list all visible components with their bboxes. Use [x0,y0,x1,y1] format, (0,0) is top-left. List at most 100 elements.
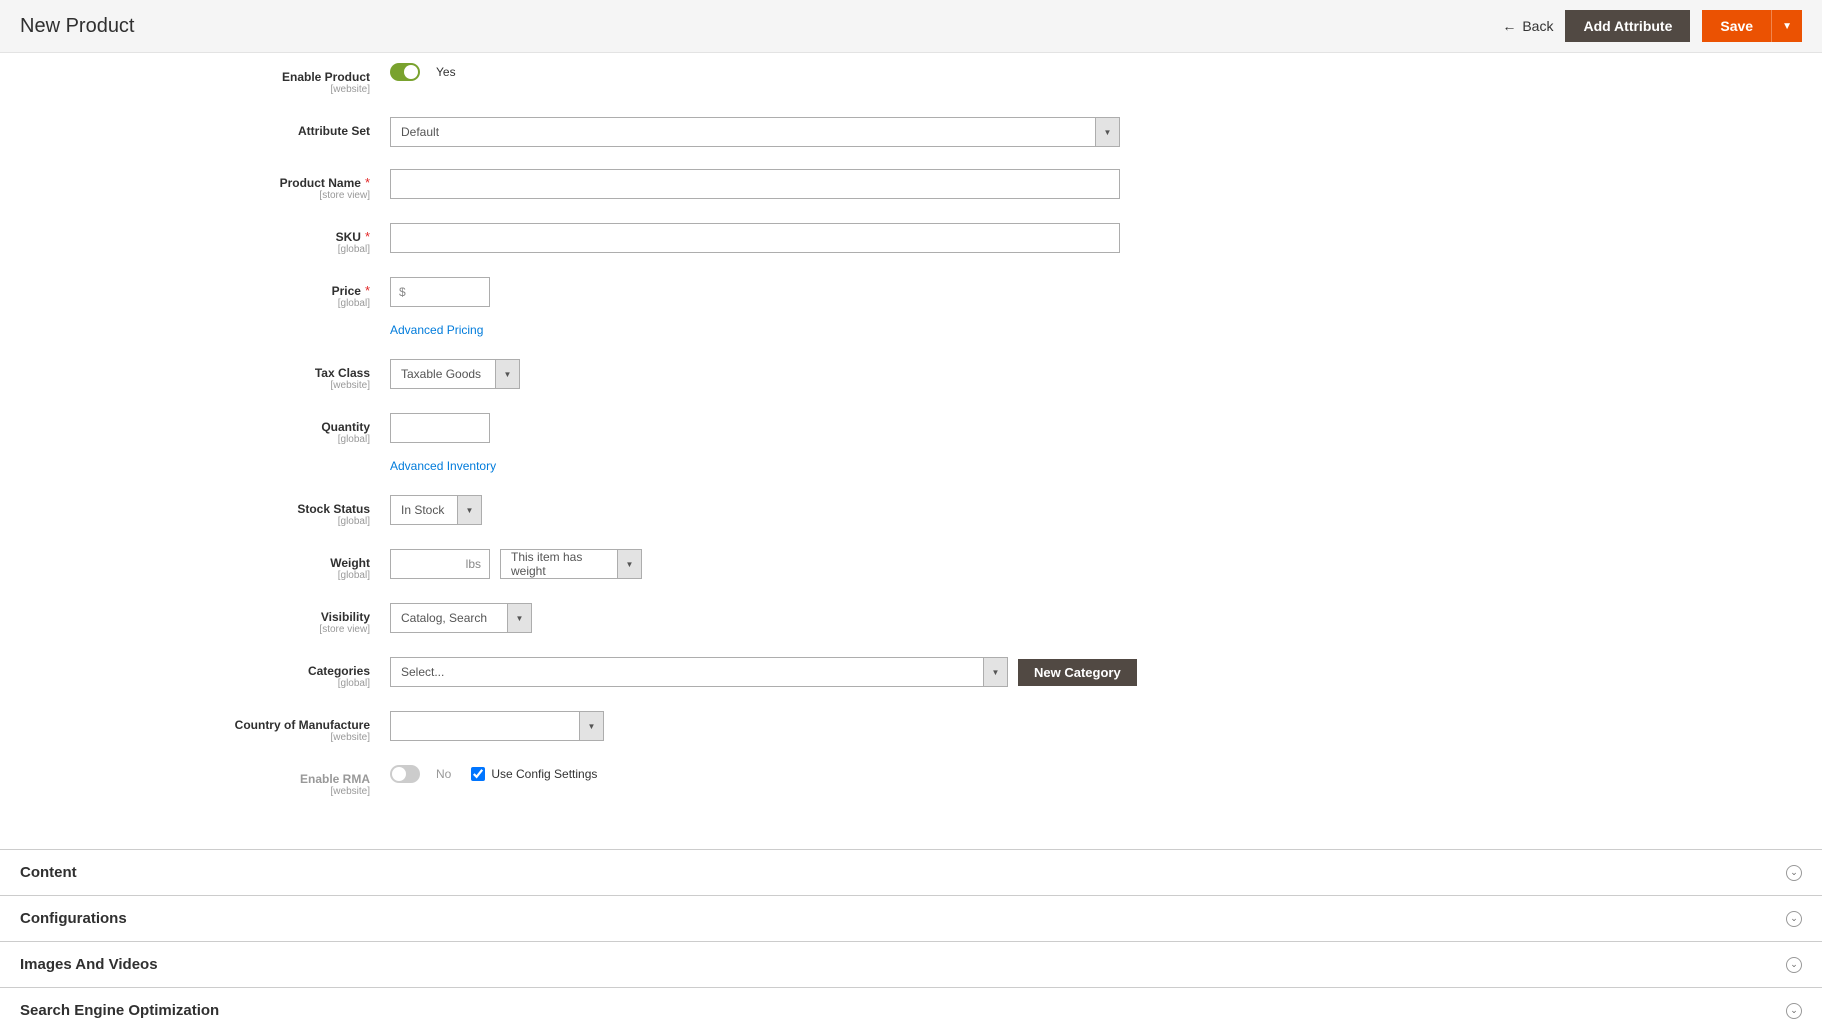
field-product-name: Product Name * [store view] [80,169,1220,201]
section-configurations-title: Configurations [20,910,127,927]
field-enable-rma: Enable RMA [website] No Use Config Setti… [80,765,1220,797]
field-quantity: Quantity [global] Advanced Inventory [80,413,1220,473]
expand-icon: ⌄ [1786,865,1802,881]
categories-select[interactable]: Select... ▼ [390,657,1008,687]
tax-class-label: Tax Class [315,366,370,380]
section-content[interactable]: Content ⌄ [0,850,1822,896]
field-price: Price* [global] $ Advanced Pricing [80,277,1220,337]
chevron-down-icon: ▼ [1095,118,1119,146]
use-config-checkbox-row[interactable]: Use Config Settings [471,767,597,781]
visibility-label: Visibility [321,610,370,624]
expand-icon: ⌄ [1786,911,1802,927]
save-button[interactable]: Save [1702,10,1771,42]
quantity-scope: [global] [80,434,370,445]
enable-product-toggle[interactable] [390,63,420,81]
new-category-button[interactable]: New Category [1018,659,1137,686]
field-attribute-set: Attribute Set Default ▼ [80,117,1220,147]
stock-status-select[interactable]: In Stock ▼ [390,495,482,525]
stock-status-label: Stock Status [297,502,370,516]
weight-label: Weight [330,556,370,570]
tax-class-scope: [website] [80,380,370,391]
price-input-wrapper: $ [390,277,490,307]
chevron-down-icon: ▼ [983,658,1007,686]
required-icon: * [365,175,370,190]
back-button[interactable]: ← Back [1502,18,1553,34]
chevron-down-icon: ▼ [457,496,481,524]
quantity-label: Quantity [321,420,370,434]
field-sku: SKU * [global] [80,223,1220,255]
field-categories: Categories [global] Select... ▼ New Cate… [80,657,1220,689]
use-config-label: Use Config Settings [491,767,597,781]
back-label: Back [1522,18,1553,34]
weight-scope: [global] [80,570,370,581]
save-dropdown-toggle[interactable]: ▼ [1771,10,1802,42]
field-enable-product: Enable Product [website] Yes [80,63,1220,95]
chevron-down-icon: ▼ [507,604,531,632]
collapsible-sections: Content ⌄ Configurations ⌄ Images And Vi… [0,849,1822,1033]
enable-rma-value: No [436,767,451,781]
section-images-videos[interactable]: Images And Videos ⌄ [0,942,1822,988]
expand-icon: ⌄ [1786,1003,1802,1019]
sku-scope: [global] [80,244,370,255]
country-value [391,712,579,740]
page-header: New Product ← Back Add Attribute Save ▼ [0,0,1822,53]
attribute-set-select[interactable]: Default ▼ [390,117,1120,147]
enable-rma-scope: [website] [80,786,370,797]
tax-class-select[interactable]: Taxable Goods ▼ [390,359,520,389]
country-label: Country of Manufacture [235,718,370,732]
stock-status-scope: [global] [80,516,370,527]
required-icon: * [365,283,370,298]
product-name-scope: [store view] [80,190,370,201]
visibility-value: Catalog, Search [391,604,507,632]
product-name-label: Product Name [280,176,361,190]
enable-product-label: Enable Product [282,70,370,84]
section-seo-title: Search Engine Optimization [20,1002,219,1019]
weight-input-wrapper: lbs [390,549,490,579]
required-icon: * [365,229,370,244]
page-title: New Product [20,15,135,38]
section-seo[interactable]: Search Engine Optimization ⌄ [0,988,1822,1033]
product-form: Enable Product [website] Yes Attribute S… [60,53,1240,849]
enable-product-value: Yes [436,65,456,79]
categories-label: Categories [308,664,370,678]
weight-type-value: This item has weight [501,550,617,578]
advanced-pricing-link[interactable]: Advanced Pricing [390,323,483,337]
currency-symbol: $ [391,285,414,299]
chevron-down-icon: ▼ [495,360,519,388]
visibility-select[interactable]: Catalog, Search ▼ [390,603,532,633]
field-weight: Weight [global] lbs This item has weight… [80,549,1220,581]
attribute-set-value: Default [391,118,1095,146]
attribute-set-label: Attribute Set [298,124,370,138]
weight-input[interactable] [391,550,458,578]
field-stock-status: Stock Status [global] In Stock ▼ [80,495,1220,527]
field-tax-class: Tax Class [website] Taxable Goods ▼ [80,359,1220,391]
header-actions: ← Back Add Attribute Save ▼ [1502,10,1802,42]
chevron-down-icon: ▼ [579,712,603,740]
country-select[interactable]: ▼ [390,711,604,741]
enable-rma-toggle[interactable] [390,765,420,783]
categories-scope: [global] [80,678,370,689]
expand-icon: ⌄ [1786,957,1802,973]
section-content-title: Content [20,864,77,881]
categories-placeholder: Select... [391,658,983,686]
price-input[interactable] [414,278,489,306]
use-config-checkbox[interactable] [471,767,485,781]
field-visibility: Visibility [store view] Catalog, Search … [80,603,1220,635]
quantity-input[interactable] [390,413,490,443]
weight-unit: lbs [458,557,489,571]
sku-input[interactable] [390,223,1120,253]
sku-label: SKU [336,230,361,244]
section-images-videos-title: Images And Videos [20,956,158,973]
tax-class-value: Taxable Goods [391,360,495,388]
section-configurations[interactable]: Configurations ⌄ [0,896,1822,942]
price-label: Price [332,284,361,298]
weight-type-select[interactable]: This item has weight ▼ [500,549,642,579]
country-scope: [website] [80,732,370,743]
advanced-inventory-link[interactable]: Advanced Inventory [390,459,496,473]
field-country: Country of Manufacture [website] ▼ [80,711,1220,743]
add-attribute-button[interactable]: Add Attribute [1565,10,1690,42]
product-name-input[interactable] [390,169,1120,199]
chevron-down-icon: ▼ [617,550,641,578]
save-button-group: Save ▼ [1702,10,1802,42]
stock-status-value: In Stock [391,496,457,524]
